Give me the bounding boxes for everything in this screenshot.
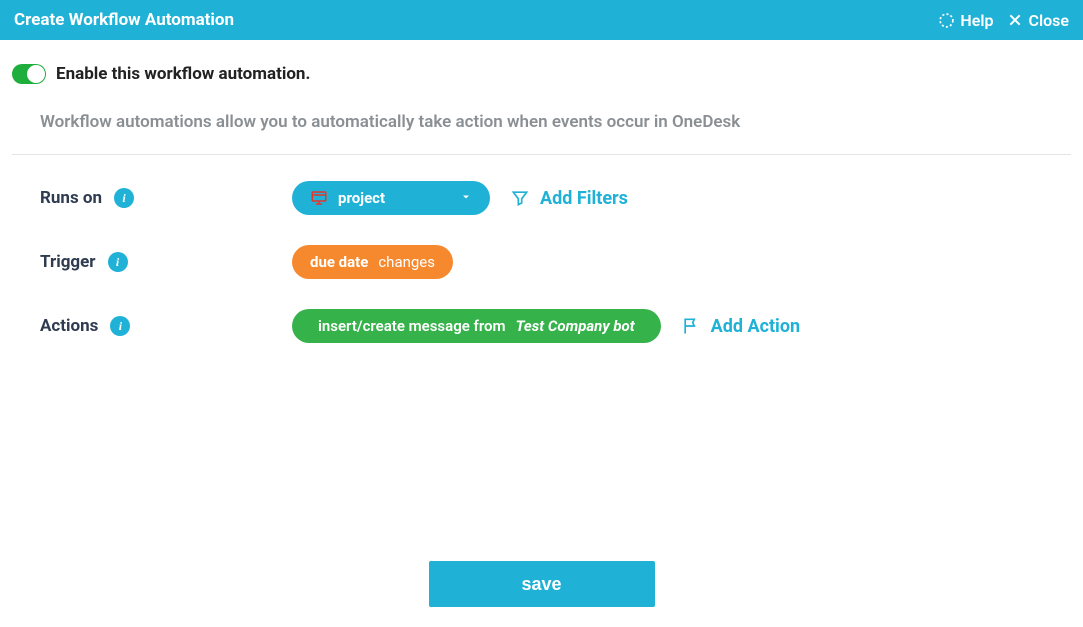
runs-on-text: Runs on	[40, 188, 102, 208]
save-button[interactable]: save	[429, 561, 655, 607]
filter-icon	[510, 188, 530, 208]
trigger-text: Trigger	[40, 252, 96, 272]
add-action-label: Add Action	[711, 316, 800, 337]
project-icon	[310, 189, 328, 207]
info-icon[interactable]: i	[110, 316, 130, 336]
runs-on-value: project	[338, 189, 385, 207]
trigger-pill[interactable]: due date changes	[292, 245, 453, 279]
row-trigger: Trigger i due date changes	[40, 245, 1043, 279]
actions-text: Actions	[40, 316, 98, 336]
flag-icon	[681, 316, 701, 336]
row-actions: Actions i insert/create message from Tes…	[40, 309, 1043, 343]
trigger-op: changes	[378, 253, 435, 271]
help-label: Help	[960, 11, 993, 30]
action-pill[interactable]: insert/create message from Test Company …	[292, 309, 661, 343]
enable-label: Enable this workflow automation.	[56, 64, 310, 84]
action-prefix: insert/create message from	[318, 317, 506, 335]
trigger-field: due date	[310, 253, 368, 271]
chevron-down-icon	[460, 189, 472, 207]
add-filters-button[interactable]: Add Filters	[510, 188, 628, 209]
close-button[interactable]: Close	[1007, 11, 1069, 30]
label-runs-on: Runs on i	[40, 188, 292, 208]
add-action-button[interactable]: Add Action	[681, 316, 800, 337]
label-actions: Actions i	[40, 316, 292, 336]
subtitle-text: Workflow automations allow you to automa…	[12, 98, 1071, 155]
help-icon	[938, 12, 955, 29]
enable-toggle[interactable]	[12, 64, 46, 84]
row-runs-on: Runs on i project	[40, 181, 1043, 215]
toggle-knob	[27, 65, 45, 83]
header-bar: Create Workflow Automation Help Close	[0, 0, 1083, 40]
info-icon[interactable]: i	[108, 252, 128, 272]
page-title: Create Workflow Automation	[14, 10, 234, 30]
action-bot: Test Company bot	[516, 317, 635, 335]
add-filters-label: Add Filters	[540, 188, 628, 209]
enable-row: Enable this workflow automation.	[12, 64, 1071, 84]
label-trigger: Trigger i	[40, 252, 292, 272]
footer: save	[0, 561, 1083, 607]
close-label: Close	[1028, 11, 1069, 30]
info-icon[interactable]: i	[114, 188, 134, 208]
header-actions: Help Close	[938, 11, 1069, 30]
help-button[interactable]: Help	[938, 11, 993, 30]
runs-on-dropdown[interactable]: project	[292, 181, 490, 215]
close-icon	[1007, 12, 1023, 28]
